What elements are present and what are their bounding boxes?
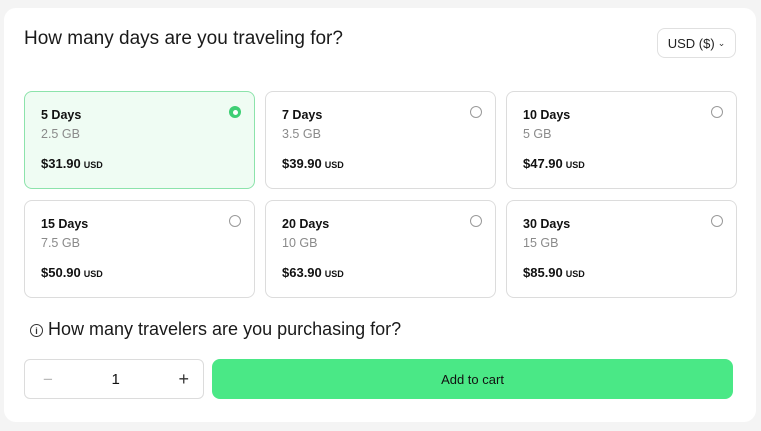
plan-option-30-days[interactable]: 30 Days 15 GB $85.90 USD — [506, 200, 737, 298]
plan-data: 7.5 GB — [41, 236, 80, 250]
plan-radio[interactable] — [470, 215, 482, 227]
plan-currency-unit: USD — [565, 269, 585, 279]
travelers-question-title: How many travelers are you purchasing fo… — [48, 319, 402, 339]
plan-radio[interactable] — [711, 106, 723, 118]
plan-currency-unit: USD — [565, 160, 585, 170]
plan-data: 3.5 GB — [282, 127, 321, 141]
plan-currency-unit: USD — [324, 269, 344, 279]
plan-days: 10 Days — [523, 108, 571, 122]
plan-data: 15 GB — [523, 236, 559, 250]
plan-price-line: $31.90 USD — [41, 156, 103, 171]
days-question-title: How many days are you traveling for? — [24, 28, 343, 49]
plan-option-15-days[interactable]: 15 Days 7.5 GB $50.90 USD — [24, 200, 255, 298]
quantity-value[interactable]: 1 — [112, 371, 120, 388]
plan-radio[interactable] — [229, 106, 241, 118]
plan-price: $50.90 — [41, 265, 81, 280]
plan-price-line: $85.90 USD — [523, 265, 585, 280]
plan-price-line: $63.90 USD — [282, 265, 344, 280]
plan-option-10-days[interactable]: 10 Days 5 GB $47.90 USD — [506, 91, 737, 189]
plan-grid: 5 Days 2.5 GB $31.90 USD 7 Days 3.5 GB $3… — [24, 91, 737, 298]
add-to-cart-button[interactable]: Add to cart — [212, 359, 733, 399]
chevron-down-icon: ⌄ — [717, 38, 726, 48]
plan-price-line: $39.90 USD — [282, 156, 344, 171]
plan-currency-unit: USD — [83, 160, 103, 170]
plan-price: $85.90 — [523, 265, 563, 280]
decrement-button[interactable]: − — [43, 371, 53, 388]
plan-days: 5 Days — [41, 108, 82, 122]
plan-data: 2.5 GB — [41, 127, 80, 141]
plan-selector-card: How many days are you traveling for? USD… — [4, 8, 756, 422]
plan-data: 5 GB — [523, 127, 552, 141]
plan-currency-unit: USD — [83, 269, 103, 279]
plan-price: $39.90 — [282, 156, 322, 171]
plan-days: 15 Days — [41, 217, 89, 231]
plan-option-5-days[interactable]: 5 Days 2.5 GB $31.90 USD — [24, 91, 255, 189]
plan-radio[interactable] — [711, 215, 723, 227]
plan-days: 30 Days — [523, 217, 571, 231]
plan-currency-unit: USD — [324, 160, 344, 170]
plan-price-line: $47.90 USD — [523, 156, 585, 171]
info-icon[interactable]: i — [30, 324, 43, 337]
plan-days: 7 Days — [282, 108, 323, 122]
plan-price-line: $50.90 USD — [41, 265, 103, 280]
plan-price: $63.90 — [282, 265, 322, 280]
plan-data: 10 GB — [282, 236, 318, 250]
plan-radio[interactable] — [470, 106, 482, 118]
plan-option-20-days[interactable]: 20 Days 10 GB $63.90 USD — [265, 200, 496, 298]
plan-days: 20 Days — [282, 217, 330, 231]
increment-button[interactable]: + — [178, 370, 189, 388]
plan-radio[interactable] — [229, 215, 241, 227]
plan-price: $47.90 — [523, 156, 563, 171]
plan-price: $31.90 — [41, 156, 81, 171]
plan-option-7-days[interactable]: 7 Days 3.5 GB $39.90 USD — [265, 91, 496, 189]
travelers-question: i How many travelers are you purchasing … — [30, 319, 401, 340]
currency-dropdown[interactable]: USD ($) ⌄ — [657, 28, 736, 58]
currency-label: USD ($) — [667, 35, 715, 51]
quantity-stepper: − 1 + — [24, 359, 204, 399]
